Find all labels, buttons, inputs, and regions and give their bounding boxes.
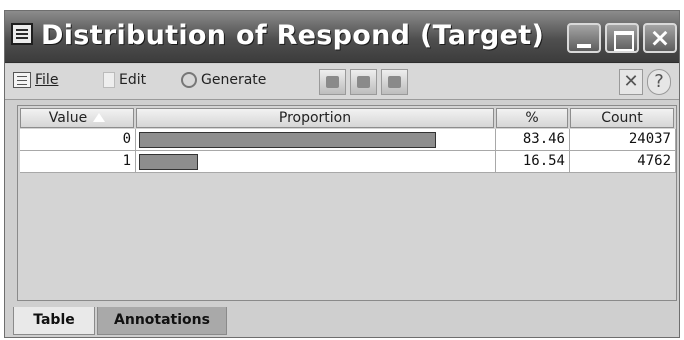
column-header-value[interactable]: Value — [20, 108, 134, 128]
distribution-window: Distribution of Respond (Target) × File … — [4, 10, 680, 338]
cell-value: 1 — [20, 151, 136, 173]
cell-percent: 16.54 — [496, 151, 570, 173]
title-bar[interactable]: Distribution of Respond (Target) × — [5, 11, 679, 63]
sort-ascending-icon — [93, 113, 106, 122]
table-icon — [326, 76, 339, 88]
column-header-proportion-label: Proportion — [278, 110, 352, 126]
column-header-count[interactable]: Count — [570, 108, 674, 128]
export-icon — [388, 76, 401, 88]
window-menu-icon[interactable] — [11, 23, 33, 45]
export-button[interactable] — [381, 69, 408, 95]
toolbar: File Edit Generate ✕ ? — [5, 64, 679, 100]
tab-annotations[interactable]: Annotations — [97, 307, 227, 335]
menu-edit-label: Edit — [119, 72, 147, 88]
minimize-button[interactable] — [567, 23, 601, 53]
file-icon — [13, 72, 31, 88]
tab-table[interactable]: Table — [13, 307, 95, 335]
menu-generate-label: Generate — [201, 72, 267, 88]
column-header-percent[interactable]: % — [496, 108, 568, 128]
print-icon — [357, 76, 370, 88]
proportion-bar — [139, 132, 436, 148]
help-icon: ? — [654, 71, 664, 92]
cell-value: 0 — [20, 129, 136, 151]
cell-count: 4762 — [570, 151, 676, 173]
cell-percent: 83.46 — [496, 129, 570, 151]
maximize-icon — [614, 31, 634, 51]
close-panel-icon: ✕ — [623, 71, 639, 92]
minimize-icon — [577, 44, 591, 48]
cell-proportion — [136, 129, 496, 151]
column-header-percent-label: % — [525, 110, 539, 126]
menu-file[interactable]: File — [13, 72, 58, 88]
column-header-value-label: Value — [48, 110, 88, 126]
window-title: Distribution of Respond (Target) — [41, 20, 545, 51]
column-header-count-label: Count — [601, 110, 643, 126]
edit-icon — [103, 72, 115, 88]
close-icon: × — [649, 23, 671, 52]
menu-edit[interactable]: Edit — [103, 72, 146, 88]
cell-proportion — [136, 151, 496, 173]
close-button[interactable]: × — [643, 23, 677, 53]
proportion-bar — [139, 154, 198, 170]
generate-icon — [181, 72, 197, 88]
menu-generate[interactable]: Generate — [181, 72, 266, 88]
table-view-button[interactable] — [319, 69, 346, 95]
column-header-proportion[interactable]: Proportion — [136, 108, 494, 128]
cell-count: 24037 — [570, 129, 676, 151]
print-button[interactable] — [350, 69, 377, 95]
close-panel-button[interactable]: ✕ — [619, 69, 643, 95]
distribution-table: Value Proportion % Count 0 83.46 24037 1… — [17, 105, 677, 301]
help-button[interactable]: ? — [647, 69, 671, 95]
menu-file-label: File — [35, 72, 59, 88]
maximize-button[interactable] — [605, 23, 639, 53]
